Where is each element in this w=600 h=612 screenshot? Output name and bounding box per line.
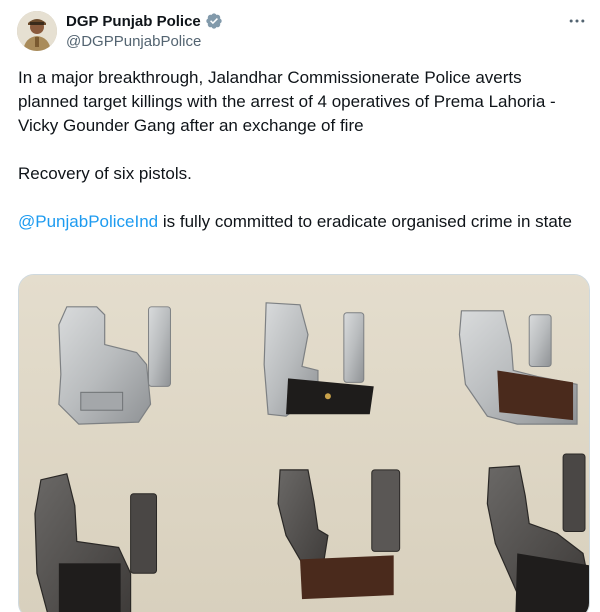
tweet-card: DGP Punjab Police @DGPPunjabPolice In a … — [0, 0, 600, 612]
police-officer-avatar-icon — [17, 11, 57, 51]
author-handle[interactable]: @DGPPunjabPolice — [66, 33, 223, 50]
recovered-pistols-photo[interactable] — [18, 274, 590, 612]
mention-link[interactable]: @PunjabPoliceInd — [18, 212, 158, 231]
verified-badge-icon[interactable] — [205, 12, 223, 30]
tweet-paragraph-2: Recovery of six pistols. — [18, 164, 192, 183]
tweet-text: In a major breakthrough, Jalandhar Commi… — [18, 66, 583, 234]
avatar[interactable] — [17, 11, 57, 51]
author-info: DGP Punjab Police @DGPPunjabPolice — [66, 11, 223, 50]
more-options-button[interactable] — [564, 8, 590, 34]
tweet-paragraph-1: In a major breakthrough, Jalandhar Commi… — [18, 68, 556, 135]
tweet-paragraph-3-text: is fully committed to eradicate organise… — [158, 212, 572, 231]
pistols-image — [19, 275, 589, 612]
author-name-row: DGP Punjab Police — [66, 11, 223, 31]
author-display-name[interactable]: DGP Punjab Police — [66, 13, 201, 30]
more-horizontal-icon — [569, 19, 585, 23]
tweet-paragraph-3: @PunjabPoliceInd is fully committed to e… — [18, 210, 583, 234]
